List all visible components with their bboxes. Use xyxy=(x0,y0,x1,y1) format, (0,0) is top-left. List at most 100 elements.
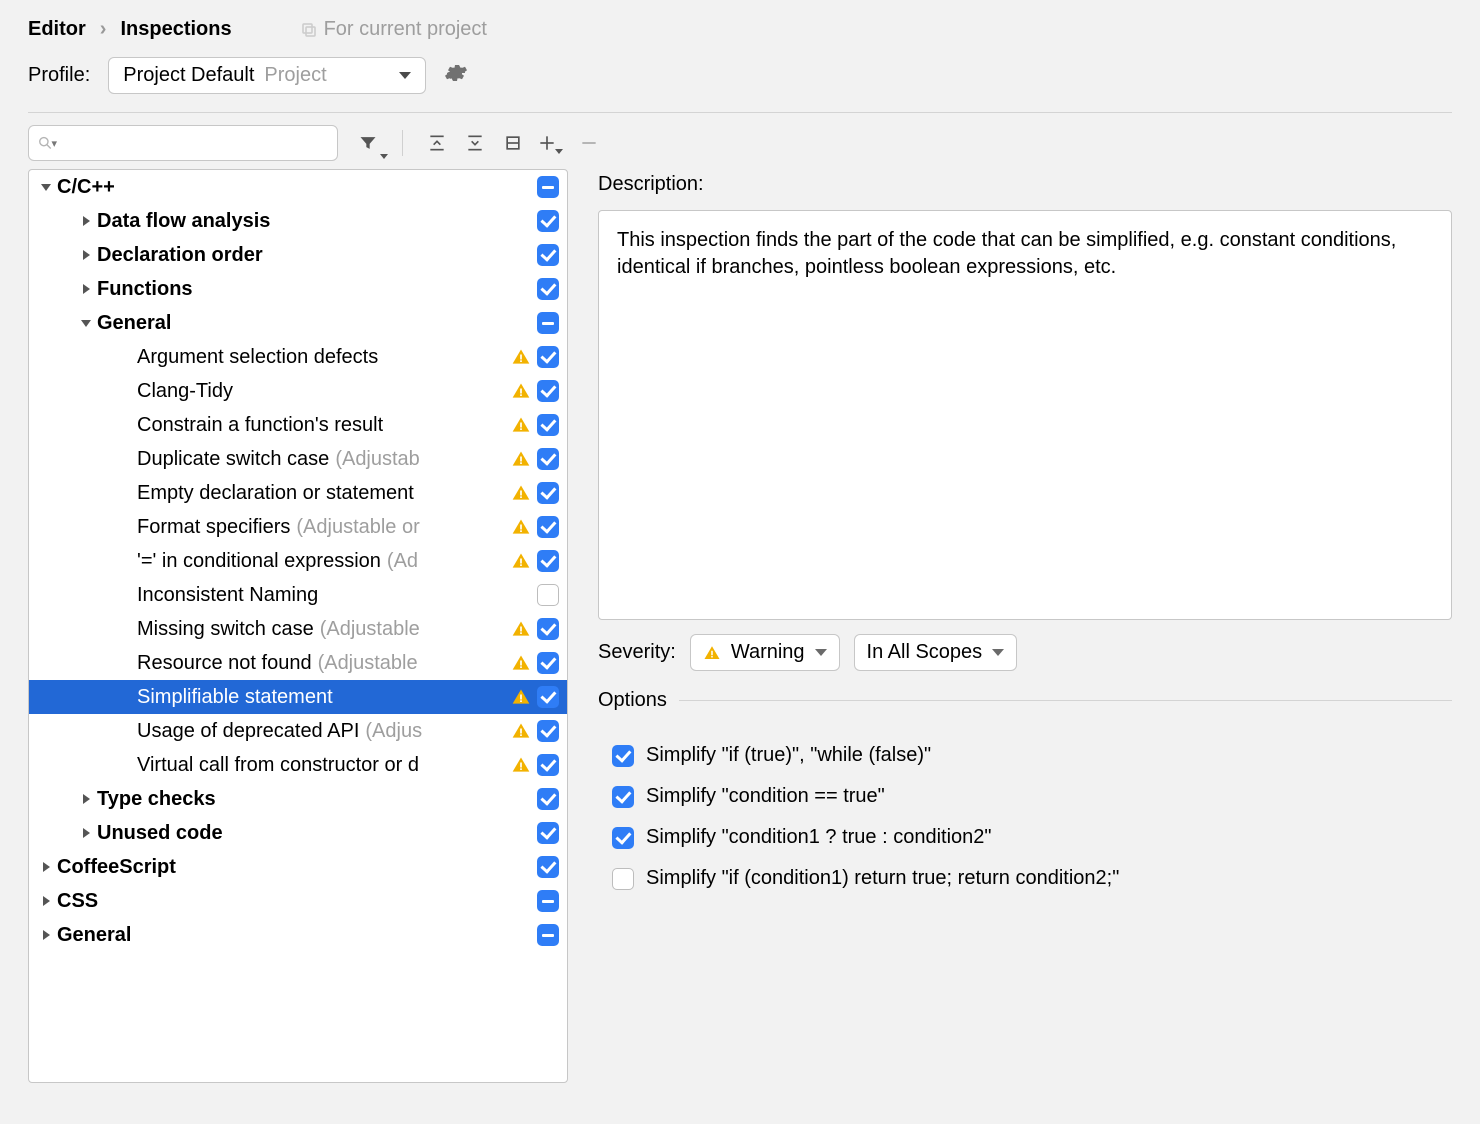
tree-row[interactable]: Inconsistent Naming xyxy=(29,578,567,612)
funnel-icon xyxy=(358,133,378,153)
tree-row[interactable]: Clang-Tidy xyxy=(29,374,567,408)
inspection-checkbox[interactable] xyxy=(537,448,559,470)
severity-select[interactable]: Warning xyxy=(690,634,840,671)
chevron-right-icon[interactable] xyxy=(39,862,53,872)
inspection-checkbox[interactable] xyxy=(537,312,559,334)
add-button[interactable] xyxy=(537,129,565,157)
filter-button[interactable] xyxy=(354,129,382,157)
inspection-checkbox[interactable] xyxy=(537,754,559,776)
breadcrumb-editor[interactable]: Editor xyxy=(28,18,86,41)
minus-icon xyxy=(579,133,599,153)
inspection-checkbox[interactable] xyxy=(537,516,559,538)
inspection-checkbox[interactable] xyxy=(537,584,559,606)
inspection-checkbox[interactable] xyxy=(537,686,559,708)
chevron-right-icon[interactable] xyxy=(39,930,53,940)
option-checkbox[interactable] xyxy=(612,786,634,808)
tree-row[interactable]: General xyxy=(29,306,567,340)
tree-row[interactable]: Virtual call from constructor or d xyxy=(29,748,567,782)
reset-button[interactable] xyxy=(499,129,527,157)
collapse-all-button[interactable] xyxy=(461,129,489,157)
chevron-right-icon[interactable] xyxy=(79,250,93,260)
tree-suffix: (Adjus xyxy=(365,720,422,743)
tree-label: Missing switch case xyxy=(137,618,314,641)
tree-row[interactable]: Simplifiable statement xyxy=(29,680,567,714)
tree-label: Argument selection defects xyxy=(137,346,378,369)
chevron-right-icon[interactable] xyxy=(79,284,93,294)
chevron-right-icon[interactable] xyxy=(79,828,93,838)
option-checkbox[interactable] xyxy=(612,868,634,890)
remove-button[interactable] xyxy=(575,129,603,157)
warning-icon xyxy=(511,619,531,639)
chevron-right-icon[interactable] xyxy=(39,896,53,906)
inspection-checkbox[interactable] xyxy=(537,652,559,674)
tree-row[interactable]: Duplicate switch case(Adjustab xyxy=(29,442,567,476)
search-field[interactable] xyxy=(61,132,329,155)
option-row[interactable]: Simplify "condition == true" xyxy=(612,785,1452,808)
option-label: Simplify "condition == true" xyxy=(646,785,885,808)
tree-row[interactable]: Unused code xyxy=(29,816,567,850)
tree-label: General xyxy=(57,924,131,947)
tree-row[interactable]: General xyxy=(29,918,567,952)
expand-all-button[interactable] xyxy=(423,129,451,157)
option-row[interactable]: Simplify "condition1 ? true : condition2… xyxy=(612,826,1452,849)
tree-row[interactable]: Declaration order xyxy=(29,238,567,272)
option-checkbox[interactable] xyxy=(612,745,634,767)
inspection-checkbox[interactable] xyxy=(537,822,559,844)
tree-row[interactable]: Type checks xyxy=(29,782,567,816)
chevron-right-icon[interactable] xyxy=(79,216,93,226)
tree-row[interactable]: Empty declaration or statement xyxy=(29,476,567,510)
option-checkbox[interactable] xyxy=(612,827,634,849)
tree-label: Simplifiable statement xyxy=(137,686,333,709)
profile-select[interactable]: Project Default Project xyxy=(108,57,426,94)
tree-label: Clang-Tidy xyxy=(137,380,233,403)
description-label: Description: xyxy=(598,173,1452,196)
inspection-checkbox[interactable] xyxy=(537,924,559,946)
inspection-checkbox[interactable] xyxy=(537,414,559,436)
tree-row[interactable]: Data flow analysis xyxy=(29,204,567,238)
tree-row[interactable]: C/C++ xyxy=(29,170,567,204)
chevron-down-icon[interactable] xyxy=(39,184,53,191)
inspection-checkbox[interactable] xyxy=(537,210,559,232)
option-label: Simplify "if (condition1) return true; r… xyxy=(646,867,1119,890)
inspection-checkbox[interactable] xyxy=(537,278,559,300)
inspection-checkbox[interactable] xyxy=(537,720,559,742)
option-row[interactable]: Simplify "if (true)", "while (false)" xyxy=(612,744,1452,767)
inspection-checkbox[interactable] xyxy=(537,176,559,198)
breadcrumb-inspections[interactable]: Inspections xyxy=(120,18,231,41)
inspection-checkbox[interactable] xyxy=(537,380,559,402)
inspection-checkbox[interactable] xyxy=(537,618,559,640)
tree-label: General xyxy=(97,312,171,335)
inspection-checkbox[interactable] xyxy=(537,788,559,810)
tree-row[interactable]: CoffeeScript xyxy=(29,850,567,884)
tree-row[interactable]: Functions xyxy=(29,272,567,306)
tree-row[interactable]: Argument selection defects xyxy=(29,340,567,374)
inspection-checkbox[interactable] xyxy=(537,244,559,266)
search-input[interactable]: ▾ xyxy=(28,125,338,161)
tree-row[interactable]: Usage of deprecated API(Adjus xyxy=(29,714,567,748)
option-row[interactable]: Simplify "if (condition1) return true; r… xyxy=(612,867,1452,890)
warning-icon xyxy=(511,449,531,469)
warning-icon xyxy=(511,483,531,503)
inspection-tree[interactable]: C/C++Data flow analysisDeclaration order… xyxy=(29,170,567,952)
tree-row[interactable]: Format specifiers(Adjustable or xyxy=(29,510,567,544)
inspection-checkbox[interactable] xyxy=(537,346,559,368)
inspection-checkbox[interactable] xyxy=(537,856,559,878)
tree-suffix: (Adjustable xyxy=(318,652,418,675)
tree-label: Format specifiers xyxy=(137,516,290,539)
chevron-right-icon[interactable] xyxy=(79,794,93,804)
tree-row[interactable]: '=' in conditional expression(Ad xyxy=(29,544,567,578)
tree-row[interactable]: Resource not found(Adjustable xyxy=(29,646,567,680)
inspection-checkbox[interactable] xyxy=(537,890,559,912)
options-label: Options xyxy=(598,689,667,712)
tree-row[interactable]: Missing switch case(Adjustable xyxy=(29,612,567,646)
tree-label: Type checks xyxy=(97,788,216,811)
search-icon xyxy=(37,134,54,152)
scope-select[interactable]: In All Scopes xyxy=(854,634,1018,671)
options-header: Options xyxy=(598,689,1452,712)
tree-row[interactable]: CSS xyxy=(29,884,567,918)
chevron-down-icon[interactable] xyxy=(79,320,93,327)
inspection-checkbox[interactable] xyxy=(537,482,559,504)
inspection-checkbox[interactable] xyxy=(537,550,559,572)
gear-icon[interactable] xyxy=(444,61,468,91)
tree-row[interactable]: Constrain a function's result xyxy=(29,408,567,442)
